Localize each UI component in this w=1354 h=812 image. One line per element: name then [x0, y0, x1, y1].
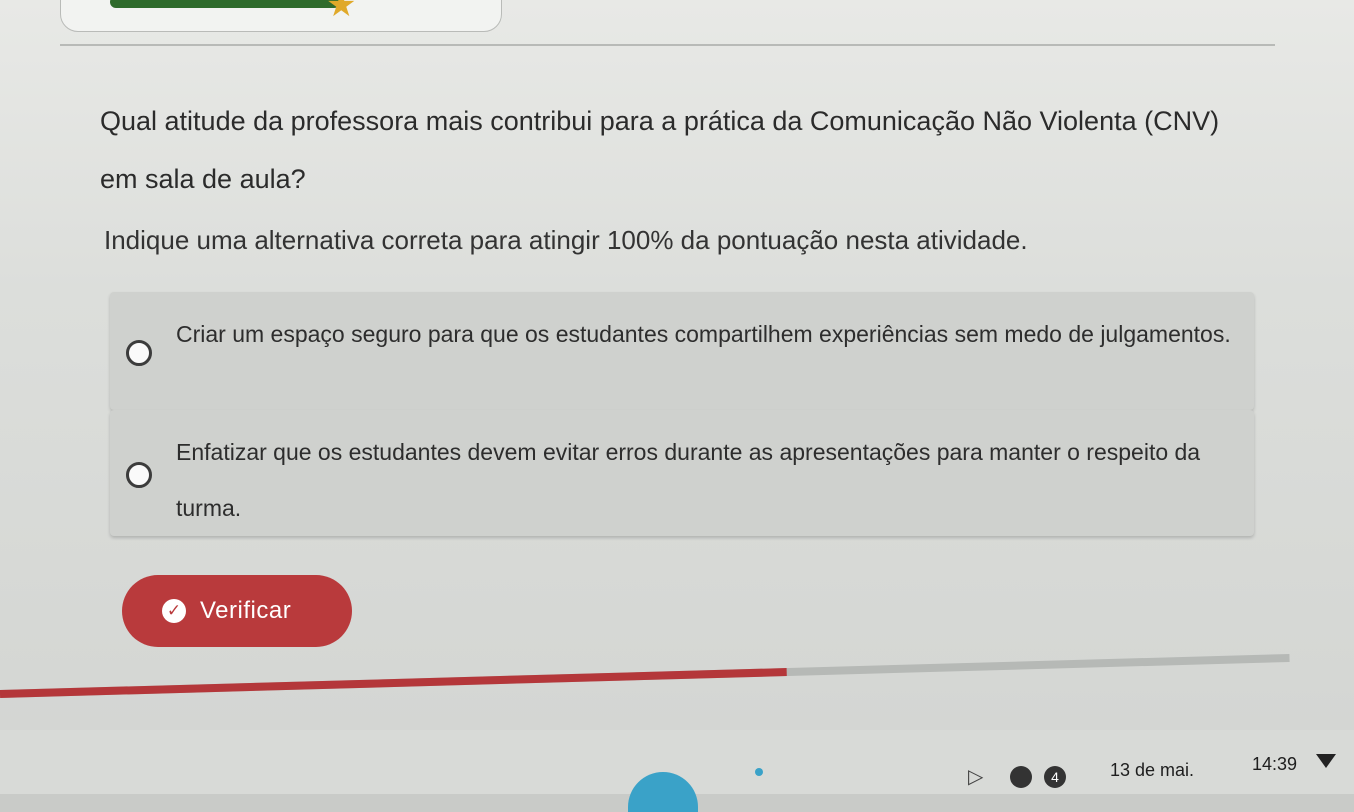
verify-button[interactable]: ✓ Verificar [122, 575, 352, 647]
answer-option-1[interactable]: Criar um espaço seguro para que os estud… [110, 292, 1254, 410]
status-dot-icon [755, 768, 763, 776]
circle-icon[interactable] [1010, 766, 1032, 788]
radio-button-icon[interactable] [126, 462, 152, 488]
app-icon[interactable] [628, 772, 698, 812]
star-icon: ★ [326, 0, 357, 24]
radio-button-icon[interactable] [126, 340, 152, 366]
check-circle-icon: ✓ [162, 599, 186, 623]
activity-progress-bar [0, 653, 1290, 698]
instruction-text: Indique uma alternativa correta para ati… [104, 225, 1028, 255]
taskbar-clock[interactable]: 14:39 [1252, 754, 1297, 775]
taskbar-date[interactable]: 13 de mai. [1110, 760, 1194, 781]
answer-option-2[interactable]: Enfatizar que os estudantes devem evitar… [110, 410, 1254, 536]
question-text: Qual atitude da professora mais contribu… [100, 106, 1220, 194]
screen: ★ Qual atitude da professora mais contri… [0, 0, 1354, 730]
verify-button-label: Verificar [200, 597, 292, 624]
taskbar: ▷ 4 13 de mai. 14:39 [0, 730, 1354, 812]
divider [60, 44, 1275, 46]
answer-option-label: Criar um espaço seguro para que os estud… [176, 321, 1231, 347]
play-icon[interactable]: ▷ [968, 766, 992, 788]
answer-option-label: Enfatizar que os estudantes devem evitar… [176, 439, 1201, 521]
header-progress-bar [110, 0, 340, 8]
wifi-icon[interactable] [1316, 754, 1336, 768]
notification-badge-icon[interactable]: 4 [1044, 766, 1066, 788]
activity-progress-fill [0, 668, 787, 698]
